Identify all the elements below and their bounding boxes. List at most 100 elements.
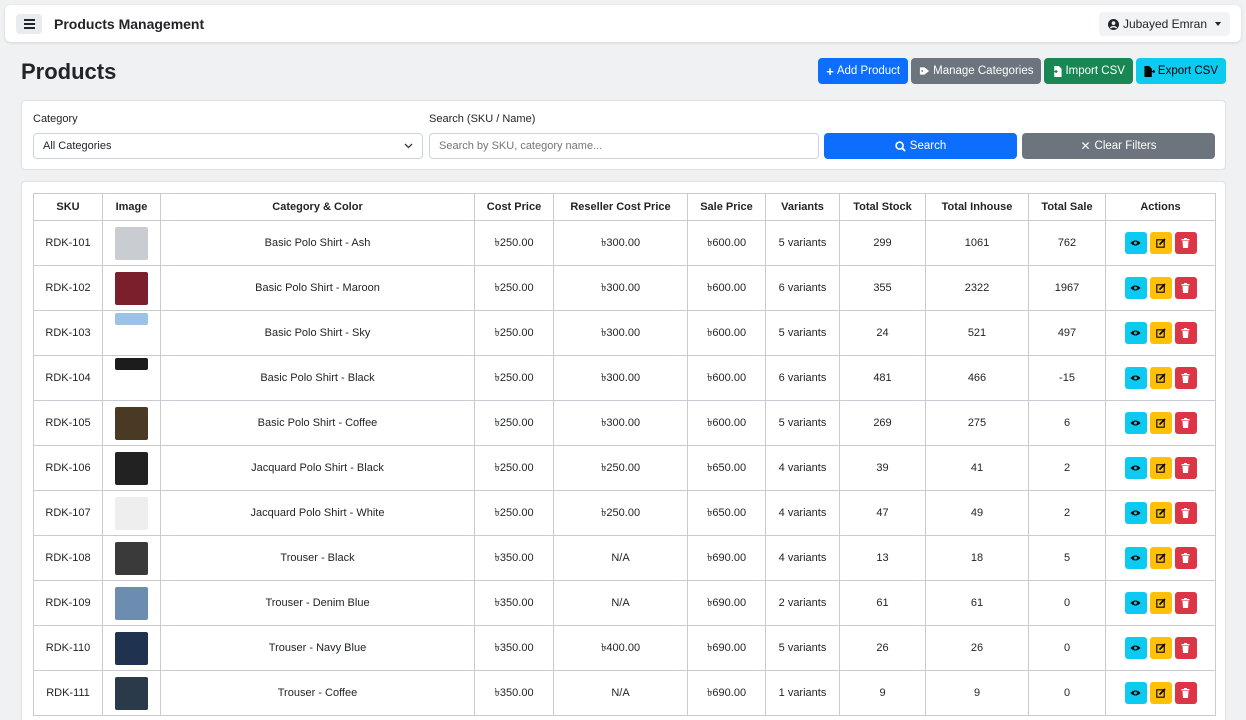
view-button[interactable] (1124, 277, 1147, 299)
plus-icon: + (826, 63, 834, 79)
sale-price-cell: ৳600.00 (687, 265, 766, 311)
view-button[interactable] (1124, 412, 1147, 434)
add-product-button[interactable]: + Add Product (818, 58, 909, 84)
user-menu-dropdown[interactable]: Jubayed Emran (1098, 12, 1230, 36)
product-thumbnail[interactable] (115, 586, 148, 620)
edit-icon (1155, 373, 1166, 383)
image-cell (102, 445, 161, 491)
search-button[interactable]: Search (824, 133, 1017, 159)
delete-button[interactable] (1174, 547, 1197, 569)
delete-button[interactable] (1174, 412, 1197, 434)
product-thumbnail[interactable] (115, 313, 148, 325)
edit-button[interactable] (1149, 457, 1172, 479)
sku-cell: RDK-110 (33, 625, 103, 671)
image-cell (102, 400, 161, 446)
delete-button[interactable] (1174, 637, 1197, 659)
edit-button[interactable] (1149, 592, 1172, 614)
trash-icon (1181, 508, 1190, 518)
delete-button[interactable] (1174, 682, 1197, 704)
actions-cell (1105, 400, 1216, 446)
category-select[interactable]: All Categories (33, 133, 423, 159)
table-row: RDK-107 Jacquard Polo Shirt - White ৳250.0… (33, 490, 1216, 536)
eye-icon (1130, 329, 1141, 337)
filters-card: Category All Categories Search (SKU / Na… (21, 100, 1226, 170)
total-inhouse-cell: 61 (925, 580, 1029, 626)
product-thumbnail[interactable] (115, 358, 148, 370)
product-thumbnail[interactable] (115, 226, 148, 260)
delete-button[interactable] (1174, 367, 1197, 389)
sku-cell: RDK-108 (33, 535, 103, 581)
reseller-cost-cell: ৳300.00 (553, 265, 688, 311)
user-avatar-icon (1107, 18, 1119, 30)
edit-button[interactable] (1149, 547, 1172, 569)
reseller-cost-cell: N/A (553, 670, 688, 716)
manage-categories-button[interactable]: Manage Categories (911, 58, 1042, 84)
menu-toggle-button[interactable] (16, 14, 42, 34)
edit-icon (1155, 283, 1166, 293)
search-input[interactable] (429, 133, 819, 159)
product-thumbnail[interactable] (115, 451, 148, 485)
category-color-cell: Trouser - Navy Blue (160, 625, 475, 671)
cost-price-cell: ৳350.00 (474, 535, 554, 581)
total-stock-cell: 299 (839, 220, 926, 266)
view-button[interactable] (1124, 547, 1147, 569)
export-csv-button[interactable]: Export CSV (1135, 58, 1226, 84)
total-stock-cell: 481 (839, 355, 926, 401)
sku-cell: RDK-102 (33, 265, 103, 311)
product-thumbnail[interactable] (115, 406, 148, 440)
reseller-cost-cell: N/A (553, 535, 688, 581)
view-button[interactable] (1124, 367, 1147, 389)
eye-icon (1130, 689, 1141, 697)
edit-icon (1155, 553, 1166, 563)
sale-price-cell: ৳650.00 (687, 445, 766, 491)
table-row: RDK-109 Trouser - Denim Blue ৳350.00 N/A ৳69… (33, 580, 1216, 626)
trash-icon (1181, 238, 1190, 248)
delete-button[interactable] (1174, 232, 1197, 254)
delete-button[interactable] (1174, 592, 1197, 614)
cost-price-cell: ৳250.00 (474, 400, 554, 446)
edit-button[interactable] (1149, 232, 1172, 254)
view-button[interactable] (1124, 322, 1147, 344)
variants-cell: 5 variants (765, 625, 840, 671)
category-color-cell: Basic Polo Shirt - Ash (160, 220, 475, 266)
column-header: Sale Price (687, 193, 766, 221)
product-thumbnail[interactable] (115, 496, 148, 530)
edit-button[interactable] (1149, 682, 1172, 704)
edit-button[interactable] (1149, 502, 1172, 524)
delete-button[interactable] (1174, 457, 1197, 479)
table-row: RDK-103 Basic Polo Shirt - Sky ৳250.00 ৳300… (33, 310, 1216, 356)
edit-button[interactable] (1149, 637, 1172, 659)
delete-button[interactable] (1174, 502, 1197, 524)
view-button[interactable] (1124, 592, 1147, 614)
product-thumbnail[interactable] (115, 676, 148, 710)
image-cell (102, 220, 161, 266)
edit-button[interactable] (1149, 322, 1172, 344)
actions-cell (1105, 535, 1216, 581)
view-button[interactable] (1124, 232, 1147, 254)
actions-cell (1105, 310, 1216, 356)
edit-icon (1155, 328, 1166, 338)
delete-button[interactable] (1174, 322, 1197, 344)
edit-button[interactable] (1149, 277, 1172, 299)
view-button[interactable] (1124, 502, 1147, 524)
view-button[interactable] (1124, 637, 1147, 659)
category-color-cell: Basic Polo Shirt - Sky (160, 310, 475, 356)
product-thumbnail[interactable] (115, 631, 148, 665)
view-button[interactable] (1124, 457, 1147, 479)
hamburger-icon (23, 19, 35, 29)
category-select-value: All Categories (43, 140, 112, 152)
clear-filters-button[interactable]: ✕ Clear Filters (1022, 133, 1215, 159)
total-inhouse-cell: 41 (925, 445, 1029, 491)
edit-button[interactable] (1149, 367, 1172, 389)
product-thumbnail[interactable] (115, 271, 148, 305)
edit-button[interactable] (1149, 412, 1172, 434)
table-row: RDK-108 Trouser - Black ৳350.00 N/A ৳690.00 4… (33, 535, 1216, 581)
total-sale-cell: 2 (1028, 490, 1106, 536)
product-thumbnail[interactable] (115, 541, 148, 575)
import-csv-button[interactable]: Import CSV (1044, 58, 1133, 84)
view-button[interactable] (1124, 682, 1147, 704)
reseller-cost-cell: ৳250.00 (553, 445, 688, 491)
delete-button[interactable] (1174, 277, 1197, 299)
reseller-cost-cell: ৳300.00 (553, 220, 688, 266)
actions-cell (1105, 670, 1216, 716)
